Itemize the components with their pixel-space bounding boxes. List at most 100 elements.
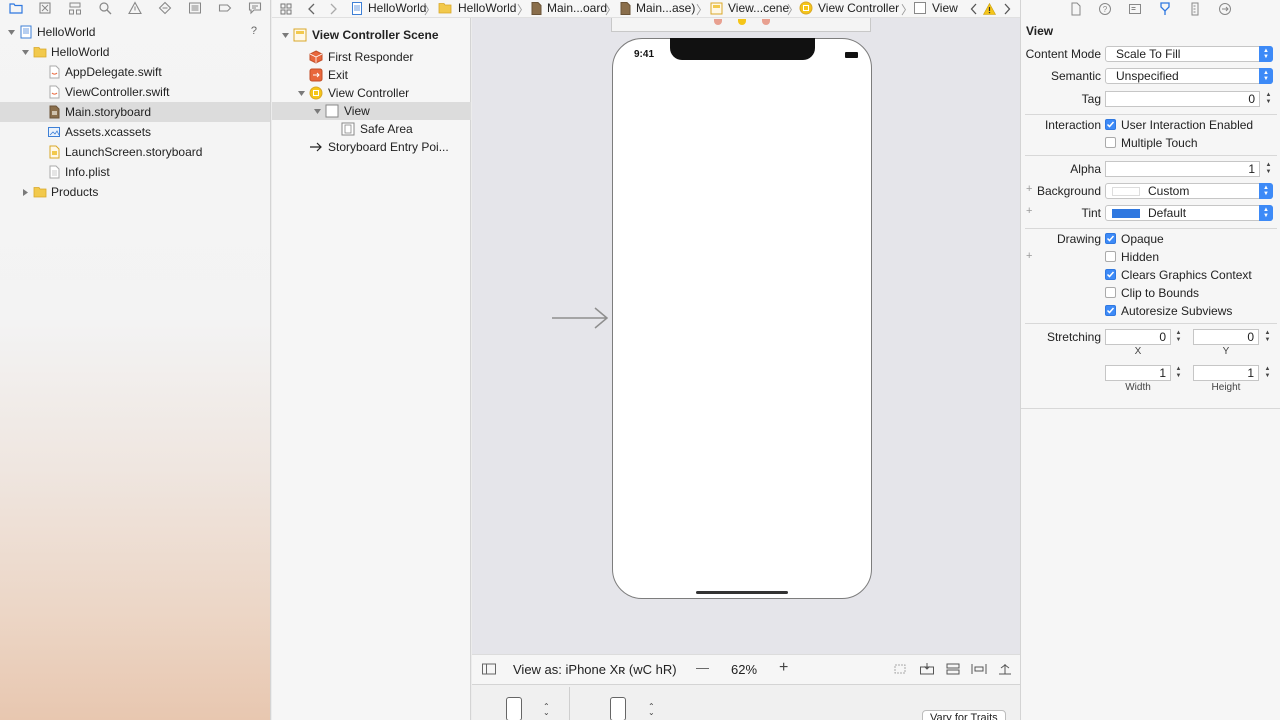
- opaque-checkbox[interactable]: [1105, 233, 1116, 244]
- help-icon[interactable]: ?: [1097, 1, 1113, 16]
- outline-item-entry-point[interactable]: Storyboard Entry Poi...: [272, 138, 471, 156]
- connections-inspector-icon[interactable]: [1217, 1, 1233, 16]
- view-as-device-button[interactable]: View as: iPhone Xʀ (wC hR): [513, 662, 677, 677]
- breadcrumb-group[interactable]: HelloWorld: [438, 0, 516, 16]
- first-responder-dock-icon[interactable]: [714, 19, 722, 25]
- alpha-field[interactable]: 1: [1105, 161, 1260, 177]
- outline-item-exit[interactable]: Exit: [272, 66, 471, 84]
- stretch-width-field[interactable]: 1: [1105, 365, 1171, 381]
- tree-item-file[interactable]: LaunchScreen.storyboard: [0, 142, 270, 162]
- related-items-icon[interactable]: [280, 1, 292, 17]
- autoresize-checkbox[interactable]: [1105, 305, 1116, 316]
- view-controller-dock-icon[interactable]: [738, 19, 746, 25]
- clears-graphics-checkbox[interactable]: [1105, 269, 1116, 280]
- tree-item-file-selected[interactable]: Main.storyboard: [0, 102, 270, 122]
- folder-icon[interactable]: [8, 1, 24, 15]
- entry-point-arrow-icon[interactable]: [550, 305, 612, 331]
- iphone-frame[interactable]: 9:41: [612, 38, 872, 599]
- breadcrumb-scene[interactable]: View...cene: [710, 0, 789, 16]
- clip-to-bounds-checkbox[interactable]: [1105, 287, 1116, 298]
- back-icon[interactable]: [307, 1, 317, 17]
- checkmark-icon: [1106, 235, 1115, 242]
- scene-dock[interactable]: [611, 18, 871, 32]
- test-diamond-icon[interactable]: [157, 1, 173, 15]
- disclosure-open-icon[interactable]: [6, 27, 16, 37]
- stretch-width-stepper[interactable]: ▲ ▼: [1174, 365, 1183, 381]
- hidden-checkbox[interactable]: [1105, 251, 1116, 262]
- size-inspector-icon[interactable]: [1187, 1, 1203, 16]
- folder-icon: [438, 3, 452, 14]
- outline-item-first-responder[interactable]: First Responder: [272, 48, 471, 66]
- stretch-x-field[interactable]: 0: [1105, 329, 1171, 345]
- tree-item-project[interactable]: HelloWorld ?: [0, 22, 270, 42]
- content-mode-popup[interactable]: Scale To Fill ▲ ▼: [1105, 46, 1273, 62]
- tag-stepper[interactable]: ▲ ▼: [1264, 91, 1273, 107]
- tree-item-file[interactable]: Assets.xcassets: [0, 122, 270, 142]
- add-variation-icon[interactable]: +: [1026, 250, 1032, 262]
- user-interaction-checkbox[interactable]: [1105, 119, 1116, 130]
- breakpoint-tag-icon[interactable]: [217, 1, 233, 15]
- stretch-height-field[interactable]: 1: [1193, 365, 1259, 381]
- source-control-icon[interactable]: [37, 1, 53, 15]
- embed-in-icon[interactable]: [919, 662, 935, 676]
- debug-list-icon[interactable]: [187, 1, 203, 15]
- tint-popup[interactable]: Default ▲ ▼: [1105, 205, 1273, 221]
- add-constraints-icon[interactable]: [997, 662, 1013, 676]
- zoom-in-button[interactable]: +: [779, 659, 788, 677]
- outline-item-scene[interactable]: View Controller Scene: [272, 26, 471, 44]
- stretch-height-stepper[interactable]: ▲ ▼: [1263, 365, 1272, 381]
- outline-item-view-selected[interactable]: View: [272, 102, 471, 120]
- vary-for-traits-button[interactable]: Vary for Traits: [922, 710, 1006, 720]
- tree-item-file[interactable]: AppDelegate.swift: [0, 62, 270, 82]
- tree-item-group[interactable]: HelloWorld: [0, 42, 270, 62]
- outline-item-safe-area[interactable]: Safe Area: [272, 120, 471, 138]
- disclosure-open-icon[interactable]: [296, 88, 306, 98]
- device-stepper-icon[interactable]: ⌃ ⌄: [543, 703, 550, 717]
- stack-view-icon[interactable]: [945, 662, 961, 676]
- previous-issue-icon[interactable]: [970, 1, 978, 17]
- warning-icon[interactable]: [983, 1, 996, 17]
- report-bubble-icon[interactable]: [247, 1, 263, 15]
- breadcrumb-view[interactable]: View: [914, 0, 958, 16]
- breadcrumb-file-variant[interactable]: Main...ase): [620, 0, 695, 16]
- stretch-y-stepper[interactable]: ▲ ▼: [1263, 329, 1272, 345]
- orientation-portrait-icon[interactable]: [610, 697, 626, 720]
- disclosure-closed-icon[interactable]: [20, 187, 30, 197]
- breadcrumb-project[interactable]: HelloWorld: [351, 0, 426, 16]
- background-popup[interactable]: Custom ▲ ▼: [1105, 183, 1273, 199]
- stretch-y-field[interactable]: 0: [1193, 329, 1259, 345]
- attributes-inspector-icon[interactable]: [1157, 1, 1173, 16]
- storyboard-canvas[interactable]: 9:41: [472, 18, 1020, 654]
- device-portrait-icon[interactable]: [506, 697, 522, 720]
- swift-file-icon: [47, 85, 61, 99]
- orientation-stepper-icon[interactable]: ⌃ ⌄: [648, 703, 655, 717]
- breadcrumb-view-controller[interactable]: View Controller: [799, 0, 899, 16]
- exit-dock-icon[interactable]: [762, 19, 770, 25]
- update-frames-icon[interactable]: [892, 662, 908, 676]
- outline-item-view-controller[interactable]: View Controller: [272, 84, 471, 102]
- zoom-out-button[interactable]: —: [696, 660, 709, 675]
- breadcrumb-file[interactable]: Main...oard: [531, 0, 607, 16]
- next-issue-icon[interactable]: [1003, 1, 1011, 17]
- chevron-updown-icon: ▲ ▼: [1259, 68, 1273, 84]
- semantic-popup[interactable]: Unspecified ▲ ▼: [1105, 68, 1273, 84]
- toggle-outline-icon[interactable]: [481, 662, 497, 676]
- multiple-touch-checkbox[interactable]: [1105, 137, 1116, 148]
- disclosure-open-icon[interactable]: [20, 47, 30, 57]
- divider: [1021, 408, 1280, 409]
- tree-item-file[interactable]: Info.plist: [0, 162, 270, 182]
- tree-item-file[interactable]: ViewController.swift: [0, 82, 270, 102]
- tag-field[interactable]: 0: [1105, 91, 1260, 107]
- align-icon[interactable]: [971, 662, 987, 676]
- file-inspector-icon[interactable]: [1068, 1, 1084, 16]
- tree-item-group[interactable]: Products: [0, 182, 270, 202]
- hierarchy-icon[interactable]: [67, 1, 83, 15]
- find-icon[interactable]: [97, 1, 113, 15]
- issue-warning-icon[interactable]: [127, 1, 143, 15]
- disclosure-open-icon[interactable]: [280, 30, 290, 40]
- forward-icon[interactable]: [328, 1, 338, 17]
- disclosure-open-icon[interactable]: [312, 106, 322, 116]
- identity-inspector-icon[interactable]: [1127, 1, 1143, 16]
- stretch-x-stepper[interactable]: ▲ ▼: [1174, 329, 1183, 345]
- alpha-stepper[interactable]: ▲ ▼: [1264, 161, 1273, 177]
